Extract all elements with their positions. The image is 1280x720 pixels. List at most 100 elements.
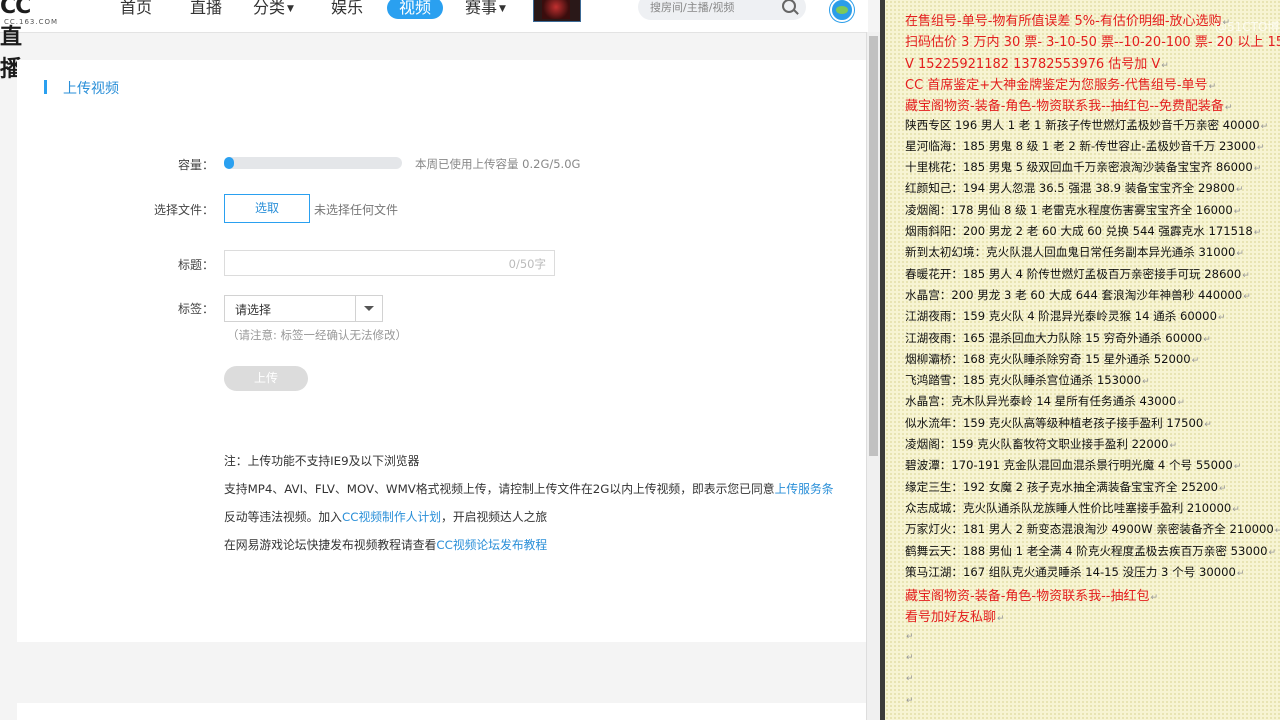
page-scrollbar[interactable] — [866, 32, 880, 720]
document-line-text: 水晶宫：200 男龙 3 老 60 大成 644 套浪淘沙年神兽秒 440000 — [905, 287, 1243, 302]
document-line-text: 藏宝阁物资-装备-角色-物资联系我--抽红包--免费配装备 — [905, 99, 1224, 115]
document-line: 似水流年：159 克火队高等级种植老孩子接手盈利 17500↵ — [905, 415, 1212, 431]
search-icon[interactable] — [782, 0, 796, 13]
title-input[interactable]: 0/50字 — [224, 250, 555, 276]
nav-item-5[interactable]: 赛事 ▼ — [465, 0, 506, 20]
forum-tutorial-link[interactable]: CC视频论坛发布教程 — [436, 538, 547, 552]
tag-select[interactable]: 请选择 — [224, 295, 383, 322]
document-line: 春暖花开：185 男人 4 阶传世燃灯孟极百万亲密接手可玩 28600↵ — [905, 266, 1250, 282]
nav-item-1[interactable]: 直播 — [190, 0, 222, 19]
paragraph-mark-icon: ↵ — [906, 674, 914, 685]
document-line-text: 在售组号-单号-物有所值误差 5%-有估价明细-放心选购 — [905, 14, 1222, 29]
paragraph-mark-icon: ↵ — [1150, 593, 1159, 604]
section-accent-bar — [44, 80, 47, 94]
paragraph-mark-icon: ↵ — [1236, 249, 1244, 260]
document-line: 水晶宫：200 男龙 3 老 60 大成 644 套浪淘沙年神兽秒 440000… — [905, 287, 1251, 303]
title-char-counter: 0/50字 — [508, 257, 546, 271]
capacity-progress-fill — [224, 157, 234, 169]
tag-note: （请注意: 标签一经确认无法修改） — [227, 328, 408, 342]
paragraph-mark-icon: ↵ — [1233, 462, 1242, 473]
document-line: 星河临海：185 男鬼 8 级 1 老 2 新-传世容止-孟极妙音千万 2300… — [905, 138, 1264, 154]
search-box[interactable]: 搜房间/主播/视频 — [638, 0, 806, 20]
document-line: 万家灯火：181 男人 2 新变态混浪淘沙 4900W 亲密装备齐全 21000… — [905, 521, 1280, 537]
nav-item-0[interactable]: 首页 — [120, 0, 152, 19]
document-line: 红颜知己：194 男人忽混 36.5 强混 38.9 装备宝宝齐全 29800↵ — [905, 180, 1243, 196]
paragraph-mark-icon: ↵ — [1224, 103, 1233, 114]
paragraph-mark-icon: ↵ — [1260, 121, 1269, 132]
promo-thumbnail[interactable] — [533, 0, 581, 22]
nav-item-label: 娱乐 — [331, 0, 364, 17]
nav-item-2[interactable]: 分类 ▼ — [253, 0, 294, 20]
nav-item-4[interactable]: 视频 — [387, 0, 444, 19]
paragraph-mark-icon: ↵ — [1232, 504, 1240, 515]
paragraph-mark-icon: ↵ — [1268, 547, 1277, 558]
document-line: 水晶宫：克木队异光泰岭 14 星所有任务通杀 43000↵ — [905, 393, 1185, 409]
document-line: ↵ — [905, 670, 914, 684]
side-document: @51CTO博客 在售组号-单号-物有所值误差 5%-有估价明细-放心选购↵ 扫码… — [885, 0, 1280, 720]
document-line-text: 春暖花开：185 男人 4 阶传世燃灯孟极百万亲密接手可玩 28600 — [905, 266, 1242, 281]
document-line-text: 凌烟阁：178 男仙 8 级 1 老雷克水程度伤害雾宝宝齐全 16000 — [905, 202, 1233, 217]
nav-item-3[interactable]: 娱乐 — [331, 0, 363, 19]
chevron-down-icon: ▼ — [499, 4, 506, 14]
document-line: 众志成城：克火队通杀队龙族睡人性价比哇塞接手盈利 210000↵ — [905, 500, 1240, 516]
paragraph-mark-icon: ↵ — [1203, 334, 1211, 345]
note-creator-plan: 反动等违法视频。加入CC视频制作人计划，开启视频达人之旅 — [224, 508, 547, 525]
paragraph-mark-icon: ↵ — [906, 653, 914, 663]
document-line: 缘定三生：192 女魔 2 孩子克水抽全满装备宝宝齐全 25200↵ — [905, 479, 1227, 495]
paragraph-mark-icon: ↵ — [1161, 60, 1169, 71]
choose-file-button[interactable]: 选取 — [224, 194, 310, 223]
upload-terms-link[interactable]: 上传服务条 — [775, 482, 834, 496]
paragraph-mark-icon: ↵ — [1217, 313, 1226, 324]
nav-item-label: 首页 — [120, 0, 153, 17]
document-line-text: 似水流年：159 克火队高等级种植老孩子接手盈利 17500 — [905, 415, 1204, 430]
paragraph-mark-icon: ↵ — [906, 631, 914, 642]
next-panel-edge — [17, 703, 866, 720]
paragraph-mark-icon: ↵ — [906, 695, 914, 706]
note-creator-pre: 反动等违法视频。加入 — [224, 510, 342, 524]
paragraph-mark-icon: ↵ — [1177, 398, 1185, 409]
paragraph-mark-icon: ↵ — [997, 614, 1005, 625]
no-file-text: 未选择任何文件 — [314, 203, 399, 217]
app-download-icon[interactable] — [830, 0, 854, 22]
document-line-text: 缘定三生：192 女魔 2 孩子克水抽全满装备宝宝齐全 25200 — [905, 479, 1219, 494]
logo-domain: CC.163.COM — [4, 18, 59, 26]
document-line: 江湖夜雨：165 混杀回血大力队除 15 穷奇外通杀 60000↵ — [905, 330, 1211, 346]
document-line: 凌烟阁：159 克火队畜牧符文职业接手盈利 22000↵ — [905, 436, 1177, 452]
document-line-text: 烟雨斜阳：200 男龙 2 老 60 大成 60 兑换 544 强霹克水 171… — [905, 224, 1253, 238]
paragraph-mark-icon: ↵ — [1256, 142, 1265, 153]
nav-item-label: 赛事 — [465, 0, 498, 17]
document-line-text: 看号加好友私聊 — [905, 610, 997, 626]
document-line-text: 新到太初幻境：克火队混人回血鬼日常任务副本异光通杀 31000 — [905, 245, 1236, 260]
document-line: 鹤舞云天：188 男仙 1 老全满 4 阶克火程度孟极去疾百万亲密 53000↵ — [905, 543, 1276, 559]
paragraph-mark-icon: ↵ — [1253, 164, 1262, 175]
upload-panel: 上传视频 容量： 本周已使用上传容量 0.2G/5.0G 选择文件： 选取 未选… — [17, 60, 866, 642]
top-navigation: CC直播 CC.163.COM 首页 直播 分类 ▼ 娱乐 视频 赛事 ▼ 搜房间/主播/视频 — [0, 0, 868, 82]
document-line: 在售组号-单号-物有所值误差 5%-有估价明细-放心选购↵ — [905, 10, 1230, 29]
search-placeholder: 搜房间/主播/视频 — [650, 1, 735, 14]
creator-plan-link[interactable]: CC视频制作人计划 — [342, 510, 441, 524]
document-line: 扫码估价 3 万内 30 票- 3-10-50 票--10-20-100 票- … — [905, 31, 1280, 50]
document-line: 藏宝阁物资-装备-角色-物资联系我--抽红包--免费配装备↵ — [905, 95, 1232, 114]
document-line: 藏宝阁物资-装备-角色-物资联系我--抽红包↵ — [905, 585, 1158, 604]
paragraph-mark-icon: ↵ — [1204, 419, 1212, 430]
document-line: 策马江湖：167 组队克火通灵睡杀 14-15 没压力 3 个号 30000↵ — [905, 564, 1244, 580]
chevron-down-icon[interactable] — [364, 306, 374, 311]
document-line-text: 万家灯火：181 男人 2 新变态混浪淘沙 4900W 亲密装备齐全 21000… — [905, 522, 1274, 537]
nav-item-label: 直播 — [190, 0, 223, 17]
note-formats-text: 支持MP4、AVI、FLV、MOV、WMV格式视频上传，请控制上传文件在2G以内… — [224, 482, 775, 496]
document-line-text: 烟柳灞桥：168 克火队睡杀除穷奇 15 星外通杀 52000 — [905, 351, 1191, 366]
document-line-text: 红颜知己：194 男人忽混 36.5 强混 38.9 装备宝宝齐全 29800 — [905, 181, 1235, 196]
document-line: 飞鸿踏雪：185 克火队睡杀宫位通杀 153000↵ — [905, 372, 1150, 388]
chevron-down-icon: ▼ — [287, 4, 294, 14]
document-line-text: 水晶宫：克木队异光泰岭 14 星所有任务通杀 43000 — [905, 394, 1177, 409]
capacity-progress-bar — [224, 157, 402, 169]
document-line-text: V 15225921182 13782553976 估号加 V — [905, 56, 1161, 72]
document-line: 凌烟阁：178 男仙 8 级 1 老雷克水程度伤害雾宝宝齐全 16000↵ — [905, 202, 1241, 218]
note-forum-pre: 在网易游戏论坛快捷发布视频教程请查看 — [224, 538, 437, 552]
document-line: 十里桃花：185 男鬼 5 级双回血千万亲密浪淘沙装备宝宝齐 86000↵ — [905, 159, 1261, 175]
paragraph-mark-icon: ↵ — [1222, 18, 1231, 28]
tag-label: 标签： — [177, 302, 214, 316]
title-label: 标题： — [177, 258, 214, 272]
scrollbar-thumb[interactable] — [869, 36, 878, 456]
upload-button[interactable]: 上传 — [224, 366, 308, 391]
